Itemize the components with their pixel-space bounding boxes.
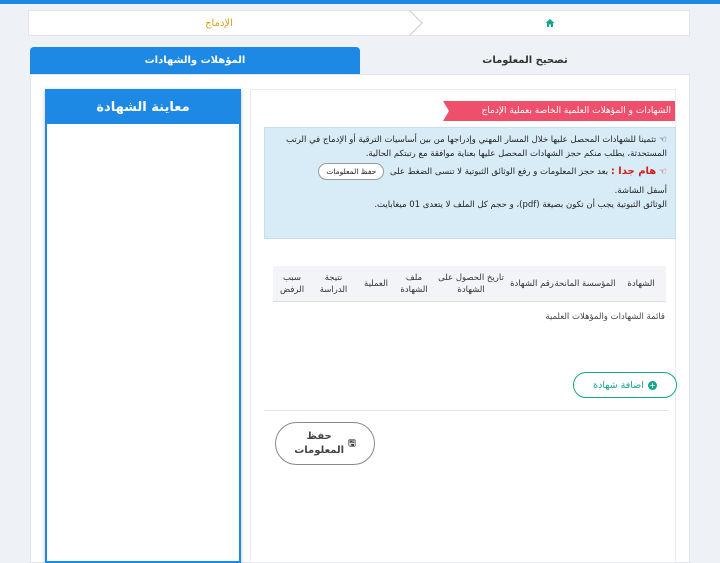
tab-correct-info[interactable]: تصحيح المعلومات: [360, 47, 690, 74]
info-line-2b: أسفل الشاشة.: [614, 186, 667, 196]
pointing-hand-icon: ☜: [658, 135, 667, 145]
info-text-1: تثمينا للشهادات المحصل عليها خلال المسار…: [286, 135, 667, 159]
certificates-table-header: الشهادة المؤسسة المانحة رقم الشهادة تاري…: [273, 266, 666, 302]
add-certificate-button[interactable]: + اضافة شهادة: [573, 372, 677, 398]
section-divider: [264, 410, 668, 411]
tab-bar: المؤهلات والشهادات تصحيح المعلومات: [30, 47, 690, 74]
info-line-3: الوثائق الثبوتية يجب أن تكون بصيغة (pdf)…: [374, 200, 667, 210]
certificates-section: الشهادات و المؤهلات العلمية الخاصة بعملي…: [250, 89, 677, 563]
col-obtained-date: تاريخ الحصول على الشهادة: [438, 272, 504, 295]
breadcrumb: الإدماج: [28, 10, 690, 36]
add-certificate-label: اضافة شهادة: [593, 379, 644, 391]
col-certificate: الشهادة: [627, 278, 655, 289]
breadcrumb-current: الإدماج: [205, 17, 233, 29]
save-info-button[interactable]: 🖫 حفظ المعلومات: [275, 422, 375, 465]
section-ribbon: الشهادات و المؤهلات العلمية الخاصة بعملي…: [443, 101, 675, 121]
home-icon: [545, 19, 555, 27]
warning-label: هام جدا :: [610, 166, 657, 177]
col-rejection-reason: سبب الرفض: [279, 272, 305, 295]
breadcrumb-home[interactable]: [409, 11, 691, 35]
save-info-label: حفظ المعلومات: [294, 430, 345, 456]
tab-qualifications[interactable]: المؤهلات والشهادات: [30, 47, 360, 74]
col-operation: العملية: [364, 278, 388, 289]
top-accent-bar: [0, 0, 720, 4]
warning-hand-icon: ☜: [658, 167, 667, 177]
info-line-2: ☜ هام جدا : بعد حجز المعلومات و رفع الوث…: [273, 163, 667, 180]
save-icon: 🖫: [348, 438, 356, 449]
info-line-1: ☜ تثمينا للشهادات المحصل عليها خلال المس…: [273, 133, 667, 161]
info-box: ☜ تثمينا للشهادات المحصل عليها خلال المس…: [264, 127, 676, 239]
certificate-preview-panel: معاينة الشهادة: [45, 89, 241, 563]
col-cert-file: ملف الشهادة: [400, 272, 428, 295]
plus-icon: +: [647, 380, 657, 390]
inline-save-pill: حفظ المعلومات: [318, 163, 385, 180]
col-institution: المؤسسة المانحة: [554, 278, 616, 289]
warning-text: بعد حجز المعلومات و رفع الوثائق الثبوتية…: [390, 167, 609, 177]
col-study-result: نتيجة الدراسة: [319, 272, 348, 295]
col-cert-number: رقم الشهادة: [510, 278, 554, 289]
preview-title: معاينة الشهادة: [47, 91, 239, 124]
certificates-list-label: قائمة الشهادات والمؤهلات العلمية: [545, 312, 665, 322]
